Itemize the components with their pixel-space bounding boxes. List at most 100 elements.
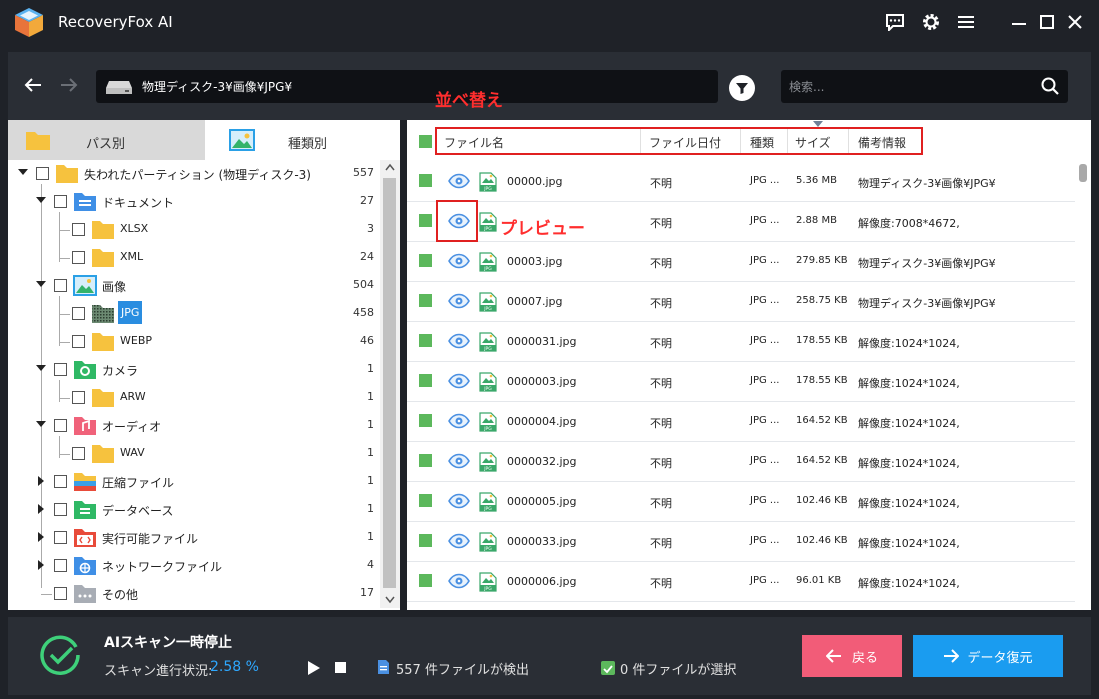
tree-item[interactable]: ARW 1	[8, 384, 380, 412]
tab-by-type[interactable]: 種類別	[205, 120, 400, 160]
row-checkbox[interactable]	[419, 334, 432, 347]
tree-item-checkbox[interactable]	[72, 447, 85, 460]
play-icon[interactable]	[307, 660, 321, 676]
tree-item-checkbox[interactable]	[54, 587, 67, 600]
tree-item[interactable]: カメラ 1	[8, 356, 380, 384]
row-checkbox[interactable]	[419, 574, 432, 587]
eye-preview-icon[interactable]	[448, 253, 470, 269]
gear-icon[interactable]	[918, 9, 944, 35]
feedback-icon[interactable]	[882, 9, 908, 35]
tree-scrollbar[interactable]	[380, 160, 400, 608]
table-row[interactable]: JPG 00003.jpg 不明 JPG ... 279.85 KB 物理ディスク-3¥画…	[407, 242, 1075, 282]
row-checkbox[interactable]	[419, 534, 432, 547]
recover-button[interactable]: データ復元	[913, 635, 1063, 677]
search-input[interactable]	[789, 70, 1029, 103]
file-list-scroll-thumb[interactable]	[1079, 164, 1087, 182]
row-checkbox[interactable]	[419, 174, 432, 187]
scroll-up-icon[interactable]	[385, 163, 395, 171]
table-row[interactable]: JPG 0000032.jpg 不明 JPG ... 164.52 KB 解像度:1024…	[407, 442, 1075, 482]
tree-item-checkbox[interactable]	[54, 503, 67, 516]
eye-preview-icon[interactable]	[448, 293, 470, 309]
row-checkbox[interactable]	[419, 454, 432, 467]
tree-item-checkbox[interactable]	[72, 223, 85, 236]
table-row[interactable]: JPG 00000.jpg 不明 JPG ... 5.36 MB 物理ディスク-3¥画像¥…	[407, 162, 1075, 202]
select-all-checkbox[interactable]	[419, 135, 432, 148]
file-list-scrollbar[interactable]	[1075, 162, 1091, 610]
maximize-icon[interactable]	[1034, 9, 1060, 35]
tree-scroll-thumb[interactable]	[383, 178, 396, 588]
tree-item-checkbox[interactable]	[54, 531, 67, 544]
back-button[interactable]: 戻る	[802, 635, 902, 677]
tree-item[interactable]: XLSX 3	[8, 216, 380, 244]
tree-item[interactable]: 実行可能ファイル 1	[8, 524, 380, 552]
tree-item[interactable]: ネットワークファイル 4	[8, 552, 380, 580]
forward-arrow-icon[interactable]	[56, 72, 82, 98]
tree-item-checkbox[interactable]	[54, 279, 67, 292]
tree-item[interactable]: WEBP 46	[8, 328, 380, 356]
expand-arrow-icon[interactable]	[36, 197, 46, 203]
eye-preview-icon[interactable]	[448, 453, 470, 469]
close-icon[interactable]	[1062, 9, 1088, 35]
eye-preview-icon[interactable]	[448, 173, 470, 189]
tree-item-checkbox[interactable]	[72, 335, 85, 348]
tree-item-checkbox[interactable]	[54, 419, 67, 432]
tree-item[interactable]: 圧縮ファイル 1	[8, 468, 380, 496]
column-header-filename[interactable]: ファイル名	[444, 134, 504, 151]
tree-item-checkbox[interactable]	[72, 391, 85, 404]
tree-item-checkbox[interactable]	[54, 559, 67, 572]
eye-preview-icon[interactable]	[448, 493, 470, 509]
table-row[interactable]: JPG 0000004.jpg 不明 JPG ... 164.52 KB 解像度:1024…	[407, 402, 1075, 442]
tree-item[interactable]: その他 17	[8, 580, 380, 608]
stop-icon[interactable]	[335, 662, 346, 673]
eye-preview-icon[interactable]	[448, 373, 470, 389]
column-header-size[interactable]: サイズ	[795, 134, 831, 151]
tree-item-checkbox[interactable]	[54, 195, 67, 208]
minimize-icon[interactable]	[1006, 9, 1032, 35]
column-header-type[interactable]: 種類	[750, 134, 774, 151]
expand-arrow-icon[interactable]	[36, 281, 46, 287]
tree-item[interactable]: ドキュメント 27	[8, 188, 380, 216]
table-row[interactable]: JPG 00007.jpg 不明 JPG ... 258.75 KB 物理ディスク-3¥画…	[407, 282, 1075, 322]
tree-item[interactable]: WAV 1	[8, 440, 380, 468]
tree-item-checkbox[interactable]	[72, 251, 85, 264]
tree-item[interactable]: オーディオ 1	[8, 412, 380, 440]
path-bar[interactable]: 物理ディスク-3¥画像¥JPG¥	[96, 70, 718, 103]
tree-item-checkbox[interactable]	[54, 475, 67, 488]
scroll-down-icon[interactable]	[385, 596, 395, 604]
collapse-arrow-icon[interactable]	[38, 560, 44, 570]
expand-arrow-icon[interactable]	[18, 169, 28, 175]
table-row[interactable]: JPG 0000006.jpg 不明 JPG ... 96.01 KB 解像度:1024*…	[407, 562, 1075, 602]
row-checkbox[interactable]	[419, 214, 432, 227]
row-checkbox[interactable]	[419, 374, 432, 387]
eye-preview-icon[interactable]	[448, 533, 470, 549]
table-row[interactable]: JPG 0000031.jpg 不明 JPG ... 178.55 KB 解像度:1024…	[407, 322, 1075, 362]
tree-item-checkbox[interactable]	[36, 167, 49, 180]
tab-by-path[interactable]: パス別	[8, 120, 205, 160]
eye-preview-icon[interactable]	[448, 333, 470, 349]
collapse-arrow-icon[interactable]	[38, 504, 44, 514]
eye-preview-icon[interactable]	[448, 413, 470, 429]
expand-arrow-icon[interactable]	[36, 365, 46, 371]
tree-item[interactable]: XML 24	[8, 244, 380, 272]
row-checkbox[interactable]	[419, 254, 432, 267]
collapse-arrow-icon[interactable]	[38, 532, 44, 542]
row-checkbox[interactable]	[419, 294, 432, 307]
tree-item-checkbox[interactable]	[72, 307, 85, 320]
table-row[interactable]: JPG 0000033.jpg 不明 JPG ... 102.46 KB 解像度:1024…	[407, 522, 1075, 562]
table-row[interactable]: JPG 0000003.jpg 不明 JPG ... 178.55 KB 解像度:1024…	[407, 362, 1075, 402]
tree-item[interactable]: JPG 458	[8, 300, 380, 328]
eye-preview-icon[interactable]	[448, 573, 470, 589]
search-icon[interactable]	[1040, 76, 1060, 96]
tree-item[interactable]: 画像 504	[8, 272, 380, 300]
row-checkbox[interactable]	[419, 494, 432, 507]
table-row[interactable]: JPG 0000005.jpg 不明 JPG ... 102.46 KB 解像度:1024…	[407, 482, 1075, 522]
column-header-date[interactable]: ファイル日付	[649, 134, 721, 151]
tree-item[interactable]: データベース 1	[8, 496, 380, 524]
tree-item[interactable]: 失われたパーティション (物理ディスク-3) 557	[8, 160, 380, 188]
back-arrow-icon[interactable]	[20, 72, 46, 98]
collapse-arrow-icon[interactable]	[38, 476, 44, 486]
menu-icon[interactable]	[953, 9, 979, 35]
expand-arrow-icon[interactable]	[36, 421, 46, 427]
row-checkbox[interactable]	[419, 414, 432, 427]
filter-icon[interactable]	[729, 75, 755, 101]
